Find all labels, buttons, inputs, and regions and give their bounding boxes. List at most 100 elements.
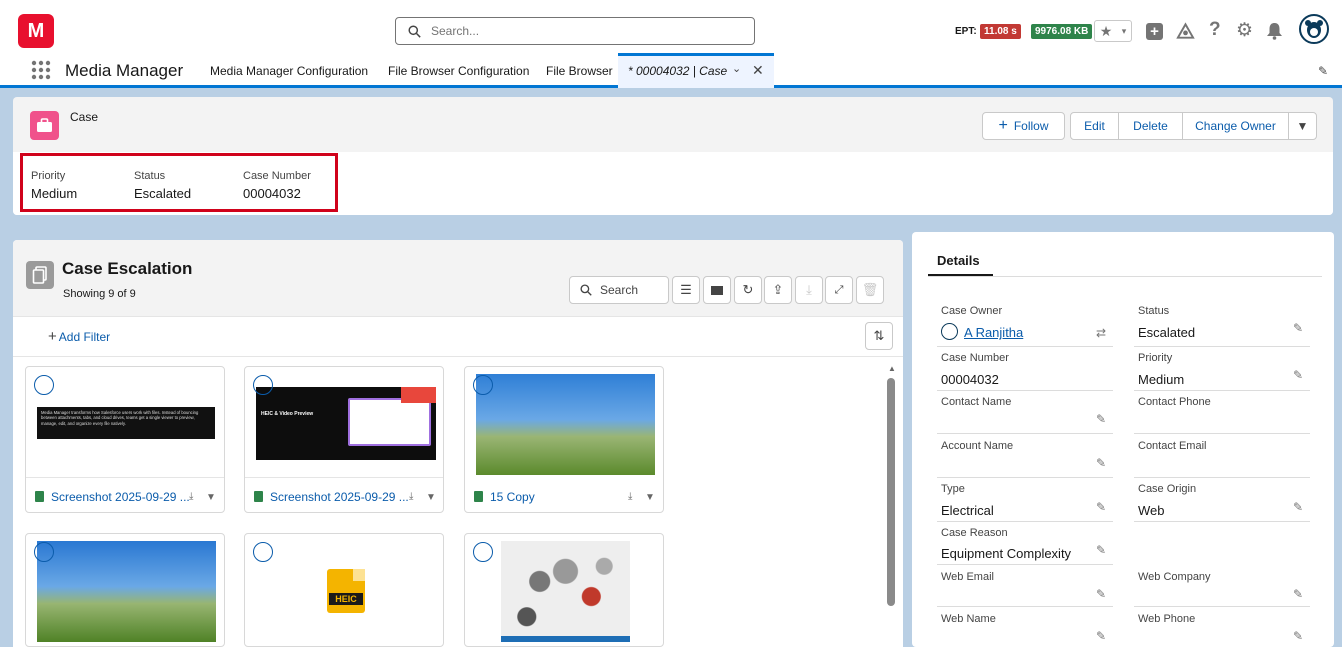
download-icon[interactable]: ⤓ — [409, 491, 413, 502]
delete-button[interactable]: Delete — [1118, 112, 1183, 140]
image-file-icon — [35, 491, 44, 502]
chevron-down-icon[interactable]: ▼ — [206, 492, 216, 503]
file-name[interactable]: 15 Copy — [490, 490, 535, 504]
scroll-up-icon[interactable]: ▲ — [888, 364, 896, 373]
trailhead-icon[interactable] — [1176, 22, 1195, 40]
grid-view-button[interactable] — [703, 276, 731, 304]
edit-nav-icon[interactable]: ✎ — [1318, 64, 1328, 78]
avatar[interactable] — [1299, 14, 1329, 44]
file-name[interactable]: Screenshot 2025-09-29 ... — [270, 490, 409, 504]
case-number-value: 00004032 — [941, 372, 999, 387]
files-card-title: Case Escalation — [62, 259, 193, 278]
edit-pencil-icon[interactable]: ✎ — [1293, 321, 1303, 335]
edit-pencil-icon[interactable]: ✎ — [1096, 543, 1106, 557]
edit-pencil-icon[interactable]: ✎ — [1293, 500, 1303, 514]
highlight-annotation-box — [20, 153, 338, 212]
edit-pencil-icon[interactable]: ✎ — [1096, 500, 1106, 514]
edit-pencil-icon[interactable]: ✎ — [1293, 587, 1303, 601]
ept-label: EPT: — [955, 26, 977, 37]
file-select-checkbox[interactable] — [473, 375, 493, 395]
chevron-down-icon[interactable]: ⌄ — [732, 62, 741, 75]
download-icon[interactable]: ⤓ — [628, 491, 632, 502]
record-object-label: Case — [70, 110, 99, 124]
memory-badge: 9976.08 KB — [1031, 24, 1093, 39]
gear-icon[interactable]: ⚙ — [1236, 19, 1253, 42]
file-select-checkbox[interactable] — [34, 375, 54, 395]
case-reason-value: Equipment Complexity — [941, 546, 1072, 561]
heic-file-icon: HEIC — [327, 569, 365, 613]
chevron-down-icon[interactable]: ▼ — [426, 492, 436, 503]
add-icon: + — [998, 117, 1008, 134]
filter-bar — [13, 316, 903, 356]
tab-file-browser-configuration[interactable]: File Browser Configuration — [388, 64, 529, 78]
download-button[interactable]: ⤓ — [795, 276, 823, 304]
upload-button[interactable]: ⇪ — [764, 276, 792, 304]
bell-icon[interactable] — [1266, 22, 1283, 40]
tab-case-label: * 00004032 | Case — [628, 64, 728, 78]
edit-pencil-icon[interactable]: ✎ — [1096, 587, 1106, 601]
file-tile[interactable]: HEIC & Video Preview Screenshot 2025-09-… — [244, 366, 444, 513]
case-icon — [30, 111, 59, 140]
add-icon[interactable]: + — [1146, 23, 1163, 40]
list-view-button[interactable]: ☰ — [672, 276, 700, 304]
tab-media-manager-configuration[interactable]: Media Manager Configuration — [210, 64, 368, 78]
edit-pencil-icon[interactable]: ✎ — [1293, 368, 1303, 382]
web-phone-label: Web Phone — [1138, 613, 1196, 625]
edit-pencil-icon[interactable]: ✎ — [1096, 412, 1106, 426]
global-search-input[interactable]: Search... — [395, 17, 755, 45]
case-reason-label: Case Reason — [941, 527, 1008, 539]
search-placeholder: Search... — [431, 24, 480, 38]
case-owner-label: Case Owner — [941, 305, 1003, 317]
app-logo[interactable]: M — [18, 14, 54, 48]
add-filter-button[interactable]: + Add Filter — [48, 328, 110, 345]
ept-badge: 11.08 s — [980, 24, 1021, 39]
follow-button[interactable]: + Follow — [982, 112, 1065, 140]
search-icon — [580, 284, 592, 296]
grid-icon — [711, 285, 723, 295]
favorites-button[interactable]: ★ ▾ — [1094, 20, 1132, 42]
files-search-input[interactable]: Search — [569, 276, 669, 304]
files-scrollbar[interactable] — [887, 378, 895, 606]
case-number-label: Case Number — [941, 352, 1009, 364]
download-icon[interactable]: ⤓ — [189, 491, 193, 502]
app-launcher-icon[interactable] — [31, 60, 51, 80]
file-tile[interactable]: 15 Copy ⤓ ▼ — [464, 366, 664, 513]
priority-value: Medium — [1138, 372, 1185, 387]
tab-details[interactable]: Details — [937, 253, 980, 268]
file-tile[interactable]: HEIC — [244, 533, 444, 647]
expand-button[interactable]: ⤢ — [825, 276, 853, 304]
files-count: Showing 9 of 9 — [63, 288, 136, 300]
image-file-icon — [254, 491, 263, 502]
file-select-checkbox[interactable] — [34, 542, 54, 562]
type-label: Type — [941, 483, 965, 495]
upload-icon: ⇪ — [772, 282, 784, 297]
delete-files-button[interactable]: 🗑 — [856, 276, 884, 304]
case-owner-link[interactable]: A Ranjitha — [964, 325, 1023, 340]
sort-button[interactable]: ⇅ — [865, 322, 893, 350]
edit-pencil-icon[interactable]: ✎ — [1293, 629, 1303, 643]
close-icon[interactable]: ✕ — [752, 62, 764, 79]
edit-pencil-icon[interactable]: ✎ — [1096, 456, 1106, 470]
file-select-checkbox[interactable] — [253, 375, 273, 395]
change-owner-button[interactable]: Change Owner — [1182, 112, 1289, 140]
tab-file-browser[interactable]: File Browser — [546, 64, 613, 78]
account-name-label: Account Name — [941, 440, 1014, 452]
help-icon[interactable]: ? — [1209, 19, 1221, 41]
refresh-button[interactable]: ↻ — [734, 276, 762, 304]
more-actions-button[interactable]: ▼ — [1288, 112, 1317, 140]
priority-label: Priority — [31, 170, 66, 182]
case-number-value: 00004032 — [243, 186, 301, 201]
file-tile[interactable] — [25, 533, 225, 647]
tab-case-record[interactable]: * 00004032 | Case ⌄ ✕ — [618, 53, 774, 88]
change-owner-icon[interactable]: ⇄ — [1096, 326, 1106, 340]
file-select-checkbox[interactable] — [253, 542, 273, 562]
file-tile[interactable]: Media Manager transforms how Salesforce … — [25, 366, 225, 513]
status-value: Escalated — [134, 186, 192, 201]
file-name[interactable]: Screenshot 2025-09-29 ... — [51, 490, 190, 504]
edit-button[interactable]: Edit — [1070, 112, 1119, 140]
file-select-checkbox[interactable] — [473, 542, 493, 562]
priority-value: Medium — [31, 186, 78, 201]
edit-pencil-icon[interactable]: ✎ — [1096, 629, 1106, 643]
file-tile[interactable] — [464, 533, 664, 647]
chevron-down-icon[interactable]: ▼ — [645, 492, 655, 503]
